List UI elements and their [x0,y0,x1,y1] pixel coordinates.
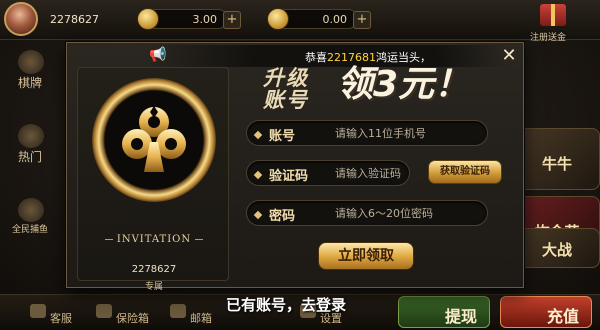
ticket-amount: 0.00 [322,13,348,26]
invitation-title: INVITATION [78,234,230,245]
safe-icon[interactable] [96,304,112,318]
invite-tag: 专属 [144,282,163,292]
side-tab-label: 全民捕鱼 [11,225,48,235]
recharge-button[interactable]: 充值 [500,296,592,328]
ticket-balance: 0.00 + [267,8,371,30]
user-id: 2278627 [50,13,99,26]
gift-icon[interactable] [540,4,566,26]
coin-amount: 3.00 [192,13,218,26]
promo-line-2: 账号 [263,88,309,112]
claim-now-button[interactable]: 立即领取 [318,242,414,270]
service-icon[interactable] [30,304,46,318]
bottom-item-service[interactable]: 客服 [50,310,72,326]
ticket-icon [267,8,289,30]
announcement-prefix: 恭喜 [305,51,327,64]
add-coins-button[interactable]: + [223,11,241,29]
side-tab-fishing[interactable]: 全民捕鱼 [0,196,60,244]
invitation-text: INVITATION [116,234,192,245]
side-tab-label: 热门 [17,150,42,164]
game-tile-battle[interactable]: 大战 [514,228,600,268]
bottom-item-safe[interactable]: 保险箱 [116,310,149,326]
promo-headline-big: 领3元！ [337,64,471,105]
code-input[interactable] [335,163,407,183]
account-field[interactable]: 账号 [246,120,488,146]
spade-club-icon [122,106,186,172]
game-tile-label: 大战 [541,241,572,259]
invite-id: 2278627 [131,264,177,275]
get-code-button[interactable]: 获取验证码 [428,160,502,184]
side-tab-hot[interactable]: 热门 [0,122,60,170]
coin-icon [137,8,159,30]
coin-balance: 3.00 + [137,8,241,30]
bottom-item-mail[interactable]: 邮箱 [190,310,212,326]
invitation-card: INVITATION 2278627 专属 [77,67,230,292]
game-tile-label: 牛牛 [541,155,572,173]
promo-line-1: 升级 [263,66,309,90]
side-tab-label: 棋牌 [17,76,42,90]
close-icon[interactable]: ✕ [499,47,519,67]
password-field[interactable]: 密码 [246,200,488,226]
add-tickets-button[interactable]: + [353,11,371,29]
register-bonus-label[interactable]: 注册送金 [530,30,566,43]
password-input[interactable] [335,203,481,223]
side-tab-chess-cards[interactable]: 棋牌 [0,48,60,96]
avatar[interactable] [4,2,38,36]
go-login-link[interactable]: 已有账号，去登录 [226,294,346,315]
account-label: 账号 [247,125,295,144]
club-logo [92,78,216,202]
mail-icon[interactable] [170,304,186,318]
code-label: 验证码 [247,165,308,184]
withdraw-button[interactable]: 提现 [398,296,490,328]
speaker-icon: 📢 [149,47,167,63]
password-label: 密码 [247,205,295,224]
code-field[interactable]: 验证码 [246,160,410,186]
account-input[interactable] [335,123,481,143]
promo-headline-small: 升级 账号 [263,67,309,111]
game-tile-niuniu[interactable]: 牛牛 [514,128,600,190]
